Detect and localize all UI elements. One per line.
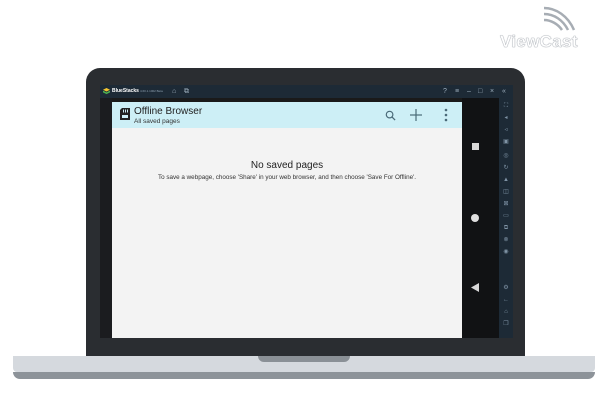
laptop-notch xyxy=(258,356,350,362)
eye-icon[interactable]: ◎ xyxy=(501,152,511,160)
multi-instance-icon[interactable]: ⧉ xyxy=(184,87,189,96)
keymap-icon[interactable]: ▣ xyxy=(501,138,511,146)
emulator-titlebar: BlueStacks 4.60.1.1002 Beta ⌂ ⧉ ? ≡ – □ … xyxy=(100,85,513,98)
overflow-menu-icon[interactable] xyxy=(440,107,452,123)
recent-side-icon[interactable]: ❐ xyxy=(501,320,511,328)
shake-icon[interactable]: ▲ xyxy=(501,176,511,184)
volume-down-icon[interactable]: ◃ xyxy=(501,126,511,134)
signal-waves-icon xyxy=(543,6,576,31)
home-side-icon[interactable]: ⌂ xyxy=(501,308,511,316)
collapse-icon[interactable]: « xyxy=(502,87,506,96)
bluestacks-logo-icon xyxy=(103,88,110,95)
record-icon[interactable]: ⊠ xyxy=(501,200,511,208)
empty-state-message: To save a webpage, choose 'Share' in you… xyxy=(157,174,417,181)
location-icon[interactable]: ◉ xyxy=(501,248,511,256)
rotate-icon[interactable]: ↻ xyxy=(501,164,511,172)
home-button[interactable] xyxy=(471,214,479,222)
app-title: Offline Browser xyxy=(134,106,203,117)
app-bar: Offline Browser All saved pages xyxy=(112,102,462,128)
home-icon[interactable]: ⌂ xyxy=(172,87,176,96)
restore-icon[interactable]: □ xyxy=(478,87,482,96)
app-subtitle: All saved pages xyxy=(134,118,180,125)
saved-pages-list: No saved pages To save a webpage, choose… xyxy=(112,128,462,338)
back-side-icon[interactable]: ← xyxy=(501,296,511,304)
back-button[interactable] xyxy=(471,283,479,292)
android-nav-bar xyxy=(462,98,499,338)
volume-up-icon[interactable]: ◂ xyxy=(501,114,511,122)
laptop-base-edge xyxy=(13,372,595,379)
minimize-icon[interactable]: – xyxy=(467,87,471,96)
settings-icon[interactable]: ⚙ xyxy=(501,284,511,292)
help-icon[interactable]: ? xyxy=(443,87,447,96)
folder-icon[interactable]: ▭ xyxy=(501,212,511,220)
laptop-screen: BlueStacks 4.60.1.1002 Beta ⌂ ⧉ ? ≡ – □ … xyxy=(100,85,513,338)
search-icon[interactable] xyxy=(382,107,398,123)
sd-card-icon xyxy=(120,108,130,120)
recent-apps-button[interactable] xyxy=(472,143,479,150)
emulator-version: 4.60.1.1002 Beta xyxy=(140,89,163,93)
android-screen: Offline Browser All saved pages No saved… xyxy=(112,98,462,338)
empty-state-title: No saved pages xyxy=(250,160,324,171)
emulator-sidebar: ⛶ ◂ ◃ ▣ ◎ ↻ ▲ ◫ ⊠ ▭ ⧉ ⊗ ◉ ⚙ ← ⌂ ❐ xyxy=(499,98,513,338)
fullscreen-icon[interactable]: ⛶ xyxy=(501,102,511,110)
emulator-title: BlueStacks xyxy=(112,88,139,94)
multi-instance-side-icon[interactable]: ⧉ xyxy=(501,224,511,232)
close-icon[interactable]: × xyxy=(490,87,494,96)
add-icon[interactable] xyxy=(407,107,425,123)
menu-icon[interactable]: ≡ xyxy=(455,87,459,96)
brand-name: ViewCast xyxy=(500,32,578,51)
screenshot-icon[interactable]: ◫ xyxy=(501,188,511,196)
macro-icon[interactable]: ⊗ xyxy=(501,236,511,244)
viewcast-logo: ViewCast xyxy=(486,6,598,51)
